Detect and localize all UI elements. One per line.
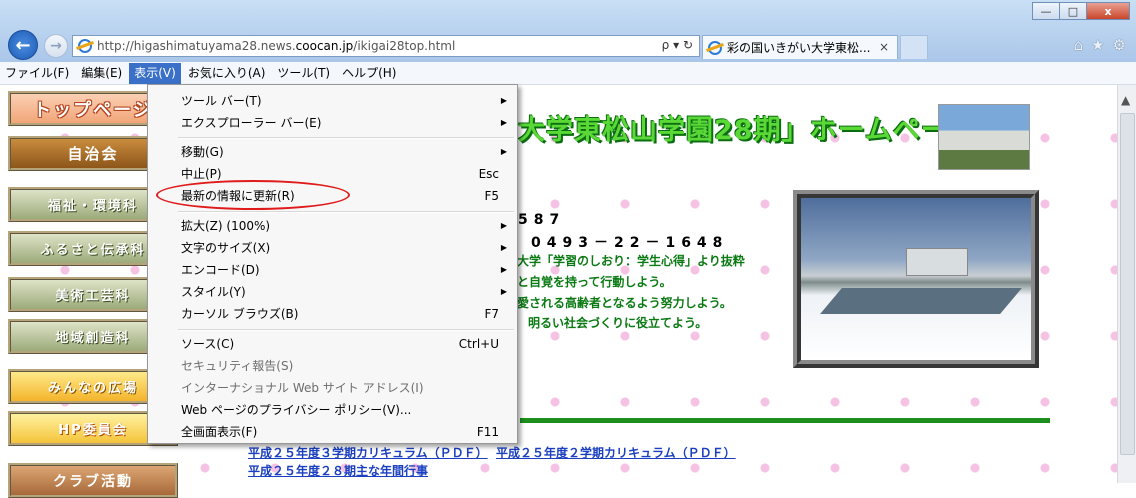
home-icon[interactable]: ⌂ — [1074, 36, 1084, 54]
menu-item-encoding[interactable]: エンコード(D) ▶ — [148, 259, 517, 281]
submenu-arrow-icon: ▶ — [500, 265, 507, 274]
browser-chrome: — □ x ← → http://higashimatuyama28.news.… — [0, 0, 1136, 63]
browser-tab[interactable]: 彩の国いきがい大学東松... × — [702, 35, 898, 59]
submenu-arrow-icon: ▶ — [500, 96, 507, 105]
submenu-arrow-icon: ▶ — [500, 221, 507, 230]
browser-tools: ⌂ ★ ⚙ — [1074, 36, 1126, 54]
link-annual-events[interactable]: 平成２５年度２８期主な年間行事 — [248, 464, 428, 478]
menu-item-explorer-bar[interactable]: エクスプローラー バー(E) ▶ — [148, 112, 517, 134]
menu-item-intl-address: インターナショナル Web サイト アドレス(I) — [181, 381, 424, 395]
scroll-thumb[interactable] — [1120, 113, 1135, 455]
tab-ie-icon — [708, 40, 722, 55]
menu-separator — [178, 211, 514, 213]
menu-item-fullscreen[interactable]: 全画面表示(F) F11 — [148, 421, 517, 443]
tab-title: 彩の国いきがい大学東松... — [727, 41, 871, 55]
school-address: 587 — [518, 212, 566, 228]
snow-landscape-photo — [793, 190, 1039, 368]
page-title: 大学東松山学園28期」ホームページ — [518, 115, 977, 146]
submenu-arrow-icon: ▶ — [500, 243, 507, 252]
new-tab-button[interactable] — [900, 35, 928, 59]
photo-tank-shape — [906, 248, 968, 276]
minimize-button[interactable]: — — [1032, 2, 1060, 20]
link-curriculum-2[interactable]: 平成２５年度２学期カリキュラム（ＰＤＦ） — [496, 446, 736, 460]
search-refresh-icons[interactable]: ρ ▾ ↻ — [662, 38, 693, 52]
scroll-up-icon[interactable]: ▲ — [1121, 93, 1130, 107]
menu-item-privacy-policy[interactable]: Web ページのプライバシー ポリシー(V)... — [148, 399, 517, 421]
menu-item-toolbars[interactable]: ツール バー(T) ▶ — [148, 90, 517, 112]
curriculum-links: 平成２５年度３学期カリキュラム（ＰＤＦ） 平成２５年度２学期カリキュラム（ＰＤＦ… — [248, 444, 736, 478]
forward-arrow-icon[interactable]: → — [44, 34, 68, 58]
photo-river-shape — [820, 288, 1022, 314]
vertical-scrollbar[interactable]: ▲ — [1117, 85, 1136, 483]
address-bar[interactable]: http://higashimatuyama28.news.coocan.jp/… — [72, 35, 700, 57]
settings-gear-icon[interactable]: ⚙ — [1113, 36, 1126, 54]
close-button[interactable]: x — [1086, 2, 1130, 20]
submenu-arrow-icon: ▶ — [500, 287, 507, 296]
menu-item-style[interactable]: スタイル(Y) ▶ — [148, 281, 517, 303]
maximize-button[interactable]: □ — [1059, 2, 1087, 20]
menu-item-security-report: セキュリティ報告(S) — [181, 359, 294, 373]
motto-line-3: 愛される高齢者となるよう努力しよう。 — [517, 296, 732, 310]
refresh-highlight-ring — [156, 180, 350, 210]
nav-club[interactable]: クラブ活動 — [8, 463, 178, 498]
motto-line-2: と自覚を持って行動しよう。 — [517, 275, 672, 289]
back-arrow-icon[interactable]: ← — [8, 30, 38, 60]
favorites-star-icon[interactable]: ★ — [1091, 36, 1104, 54]
menu-item-source[interactable]: ソース(C) Ctrl+U — [148, 333, 517, 355]
submenu-arrow-icon: ▶ — [500, 147, 507, 156]
motto-line-1: 大学「学習のしおり：学生心得」より抜粋 — [517, 254, 745, 268]
ie-logo-icon — [78, 39, 92, 53]
view-menu-dropdown: ツール バー(T) ▶ エクスプローラー バー(E) ▶ 移動(G) ▶ 中止(P) E… — [147, 84, 518, 444]
menu-item-caret-browsing[interactable]: カーソル ブラウズ(B) F7 — [148, 303, 517, 325]
window-controls: — □ x — [1032, 2, 1130, 20]
tab-close-icon[interactable]: × — [879, 40, 889, 54]
menu-separator — [178, 329, 514, 331]
divider-bar — [520, 418, 1050, 423]
menu-view[interactable]: 表示(V) — [129, 62, 181, 84]
submenu-arrow-icon: ▶ — [500, 118, 507, 127]
school-building-photo — [938, 104, 1030, 170]
menu-file[interactable]: ファイル(F) — [0, 63, 74, 84]
menu-favorites[interactable]: お気に入り(A) — [183, 63, 271, 84]
motto-line-4: 明るい社会づくりに役立てよう。 — [528, 316, 708, 330]
menu-item-zoom[interactable]: 拡大(Z) (100%) ▶ — [148, 215, 517, 237]
link-curriculum-3[interactable]: 平成２５年度３学期カリキュラム（ＰＤＦ） — [248, 446, 488, 460]
menu-item-goto[interactable]: 移動(G) ▶ — [148, 141, 517, 163]
menu-bar: ファイル(F) 編集(E) 表示(V) お気に入り(A) ツール(T) ヘルプ(… — [0, 62, 1136, 85]
menu-separator — [178, 137, 514, 139]
menu-edit[interactable]: 編集(E) — [76, 63, 127, 84]
menu-tools[interactable]: ツール(T) — [272, 63, 335, 84]
school-tel: 0493－22－1648 — [531, 235, 729, 251]
address-url[interactable]: http://higashimatuyama28.news.coocan.jp/… — [97, 39, 455, 53]
menu-item-text-size[interactable]: 文字のサイズ(X) ▶ — [148, 237, 517, 259]
menu-help[interactable]: ヘルプ(H) — [337, 63, 401, 84]
